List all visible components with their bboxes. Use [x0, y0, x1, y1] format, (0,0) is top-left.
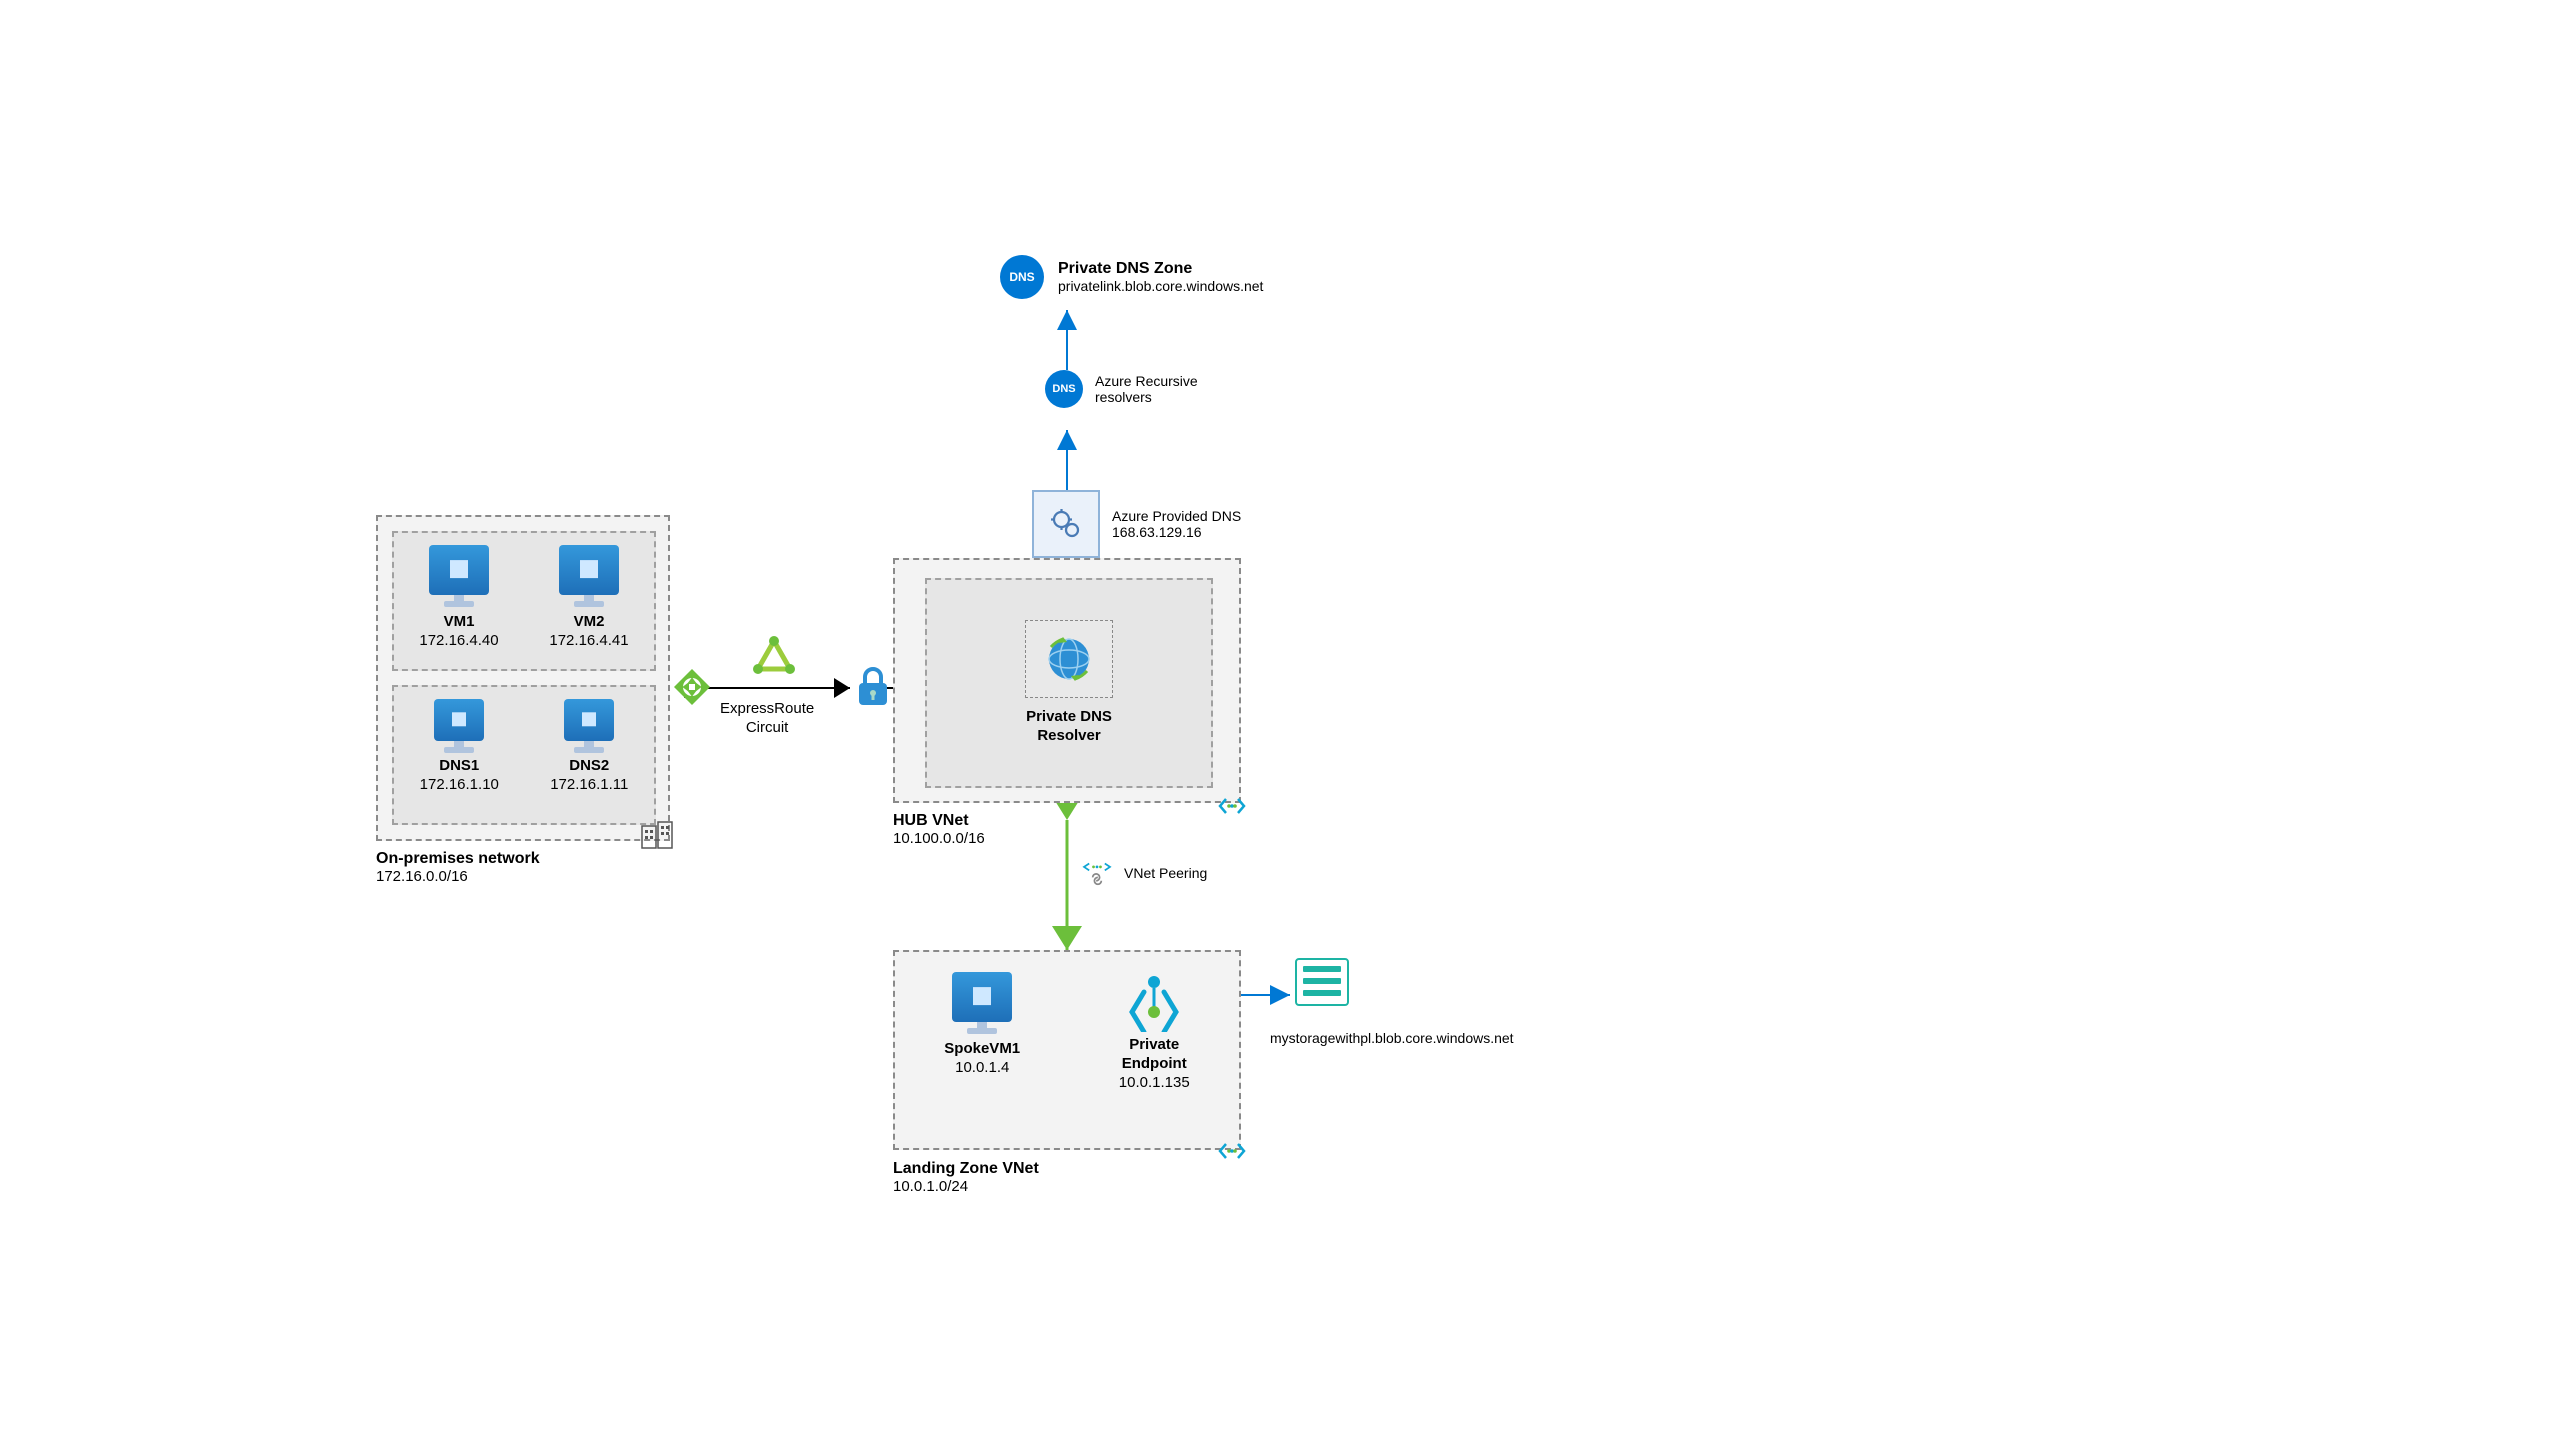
gear-icon [1032, 490, 1100, 558]
azure-provided-dns: Azure Provided DNS 168.63.129.16 [1032, 490, 1241, 558]
dns-icon: DNS [1045, 370, 1083, 408]
vnet-icon [1218, 795, 1246, 817]
vnet-icon [1218, 1140, 1246, 1162]
private-dns-zone: DNS Private DNS Zone privatelink.blob.co… [1000, 255, 1263, 299]
private-endpoint: Private Endpoint 10.0.1.135 [1119, 972, 1190, 1092]
vm2-name: VM2 [549, 613, 628, 632]
spoke-title: Landing Zone VNet [893, 1160, 1039, 1178]
dns2-name: DNS2 [550, 757, 628, 776]
lock-icon [855, 665, 891, 709]
expressroute-icon [750, 635, 798, 679]
vm-icon [559, 545, 619, 595]
storage-fqdn: mystoragewithpl.blob.core.windows.net [1270, 1030, 1514, 1046]
private-dns-resolver-label: Private DNS Resolver [1026, 708, 1112, 746]
storage [1295, 958, 1349, 1006]
storage-icon [1295, 958, 1349, 1006]
private-dns-zone-title: Private DNS Zone [1058, 260, 1263, 278]
recursive-resolvers: DNS Azure Recursive resolvers [1045, 370, 1198, 408]
private-endpoint-ip: 10.0.1.135 [1119, 1074, 1190, 1093]
hub-region: Private DNS Resolver [893, 558, 1241, 803]
onprem-cidr: 172.16.0.0/16 [376, 868, 540, 885]
hub-title: HUB VNet [893, 812, 985, 830]
private-dns-zone-fqdn: privatelink.blob.core.windows.net [1058, 278, 1263, 294]
peering-icon [1080, 860, 1114, 886]
dns1-name: DNS1 [420, 757, 499, 776]
vnet-peering-label: VNet Peering [1124, 865, 1207, 881]
dns1: DNS1 172.16.1.10 [420, 699, 499, 795]
vm-icon [434, 699, 484, 741]
vm1-ip: 172.16.4.40 [419, 632, 498, 651]
azure-provided-dns-label: Azure Provided DNS [1112, 508, 1241, 524]
spoke-vm-name: SpokeVM1 [944, 1040, 1020, 1059]
vm2-ip: 172.16.4.41 [549, 632, 628, 651]
vnet-peering: VNet Peering [1080, 860, 1207, 886]
vm-icon [564, 699, 614, 741]
onprem-region: VM1 172.16.4.40 VM2 172.16.4.41 DNS1 172… [376, 515, 670, 841]
expressroute-label: ExpressRoute Circuit [720, 700, 814, 738]
private-dns-resolver-icon [1025, 620, 1113, 698]
vm1-name: VM1 [419, 613, 498, 632]
vm2: VM2 172.16.4.41 [549, 545, 628, 651]
spoke-vm: SpokeVM1 10.0.1.4 [944, 972, 1020, 1078]
vm1: VM1 172.16.4.40 [419, 545, 498, 651]
spoke-vm-ip: 10.0.1.4 [944, 1059, 1020, 1078]
dns2: DNS2 172.16.1.11 [550, 699, 628, 795]
spoke-region: SpokeVM1 10.0.1.4 Private Endpoint 10.0.… [893, 950, 1241, 1150]
dns1-ip: 172.16.1.10 [420, 776, 499, 795]
building-icon [640, 820, 674, 850]
azure-provided-dns-ip: 168.63.129.16 [1112, 524, 1241, 540]
vpn-gateway-icon [670, 665, 714, 709]
spoke-cidr: 10.0.1.0/24 [893, 1178, 1039, 1195]
vm-icon [952, 972, 1012, 1022]
dns-icon: DNS [1000, 255, 1044, 299]
private-endpoint-name: Private Endpoint [1119, 1036, 1190, 1074]
hub-cidr: 10.100.0.0/16 [893, 830, 985, 847]
dns2-ip: 172.16.1.11 [550, 776, 628, 795]
recursive-resolvers-label: Azure Recursive resolvers [1095, 373, 1198, 405]
private-endpoint-icon [1126, 972, 1182, 1032]
onprem-title: On-premises network [376, 850, 540, 868]
vm-icon [429, 545, 489, 595]
